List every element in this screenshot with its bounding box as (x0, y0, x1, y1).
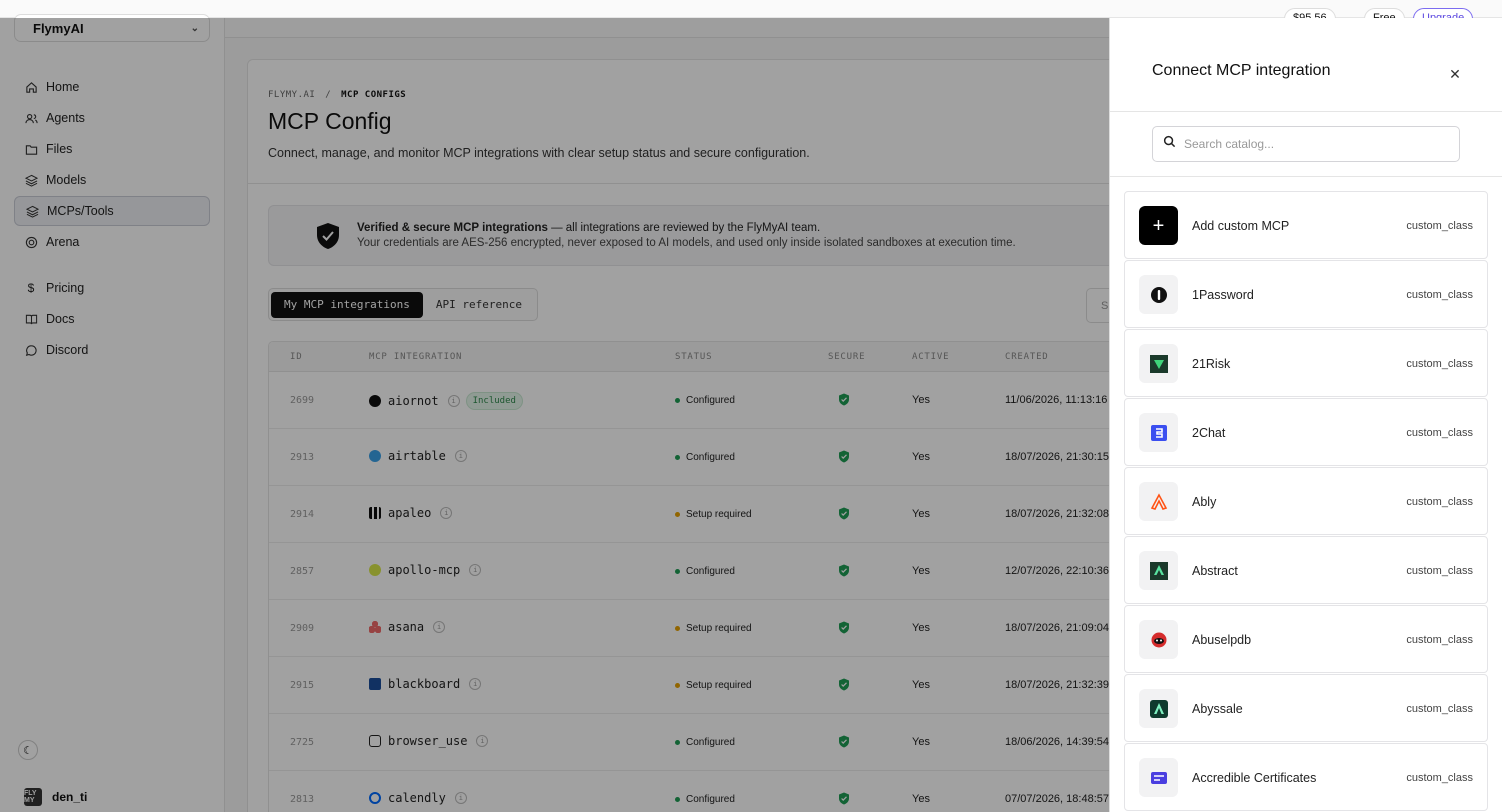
catalog-item-add-custom-mcp[interactable]: + Add custom MCP custom_class (1124, 191, 1488, 259)
catalog-item-21risk[interactable]: 21Risk custom_class (1124, 329, 1488, 397)
drawer-title: Connect MCP integration (1152, 62, 1331, 79)
catalog-item-name: Add custom MCP (1192, 219, 1290, 233)
catalog-search-field[interactable] (1152, 126, 1460, 162)
catalog-item-class: custom_class (1406, 772, 1473, 784)
catalog-item-name: 2Chat (1192, 426, 1226, 440)
catalog-item-abyssale[interactable]: Abyssale custom_class (1124, 674, 1488, 742)
divider (1110, 111, 1502, 112)
catalog-item-class: custom_class (1406, 220, 1473, 232)
catalog-item-2chat[interactable]: 2Chat custom_class (1124, 398, 1488, 466)
catalog-item-class: custom_class (1406, 427, 1473, 439)
catalog-item-abstract[interactable]: Abstract custom_class (1124, 536, 1488, 604)
catalog-item-class: custom_class (1406, 565, 1473, 577)
catalog-item-name: Abuselpdb (1192, 633, 1252, 647)
twentyonerisk-logo-icon (1139, 344, 1178, 383)
catalog-item-name: Abyssale (1192, 702, 1243, 716)
abstract-logo-icon (1139, 551, 1178, 590)
twochat-logo-icon (1139, 413, 1178, 452)
divider (1110, 176, 1502, 177)
catalog-list: + Add custom MCP custom_class 1Password … (1124, 191, 1488, 812)
catalog-item-accredible-certificates[interactable]: Accredible Certificates custom_class (1124, 743, 1488, 811)
catalog-item-name: Accredible Certificates (1192, 771, 1317, 785)
catalog-item-class: custom_class (1406, 289, 1473, 301)
catalog-item-abuseipdb[interactable]: Abuselpdb custom_class (1124, 605, 1488, 673)
catalog-item-class: custom_class (1406, 703, 1473, 715)
catalog-item-1password[interactable]: 1Password custom_class (1124, 260, 1488, 328)
catalog-item-class: custom_class (1406, 634, 1473, 646)
ably-logo-icon (1139, 482, 1178, 521)
catalog-item-class: custom_class (1406, 496, 1473, 508)
catalog-search-input[interactable] (1184, 137, 1444, 151)
abuseipdb-logo-icon (1139, 620, 1178, 659)
catalog-item-name: 1Password (1192, 288, 1254, 302)
catalog-item-name: Ably (1192, 495, 1217, 509)
abyssale-logo-icon (1139, 689, 1178, 728)
close-icon[interactable]: ✕ (1447, 66, 1463, 82)
accredible-logo-icon (1139, 758, 1178, 797)
modal-backdrop[interactable] (0, 18, 1109, 812)
plus-icon: + (1139, 206, 1178, 245)
catalog-item-name: 21Risk (1192, 357, 1231, 371)
top-bar: $95.56 Free Upgrade (0, 0, 1502, 30)
catalog-item-ably[interactable]: Ably custom_class (1124, 467, 1488, 535)
onepassword-logo-icon (1139, 275, 1178, 314)
catalog-item-class: custom_class (1406, 358, 1473, 370)
catalog-item-name: Abstract (1192, 564, 1238, 578)
connect-mcp-drawer: Connect MCP integration ✕ + Add custom M… (1109, 18, 1502, 812)
search-icon (1163, 135, 1176, 153)
